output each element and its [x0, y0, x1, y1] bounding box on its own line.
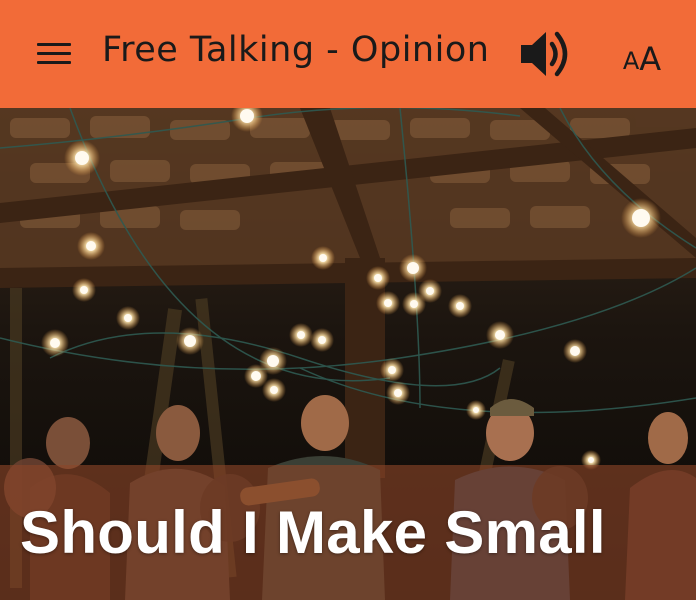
speaker-icon	[521, 31, 568, 77]
font-size-big-icon: A	[639, 40, 662, 78]
font-size-small-icon: A	[622, 47, 640, 75]
article-title: Should I Make Small	[20, 499, 606, 566]
font-size-button[interactable]: A A	[612, 32, 672, 76]
app-bar: Free Talking - Opinion A A	[0, 0, 696, 108]
hamburger-menu-icon	[37, 43, 71, 65]
page-title: Free Talking - Opinion	[102, 30, 490, 70]
audio-button[interactable]	[514, 24, 580, 84]
menu-button[interactable]	[28, 32, 80, 76]
